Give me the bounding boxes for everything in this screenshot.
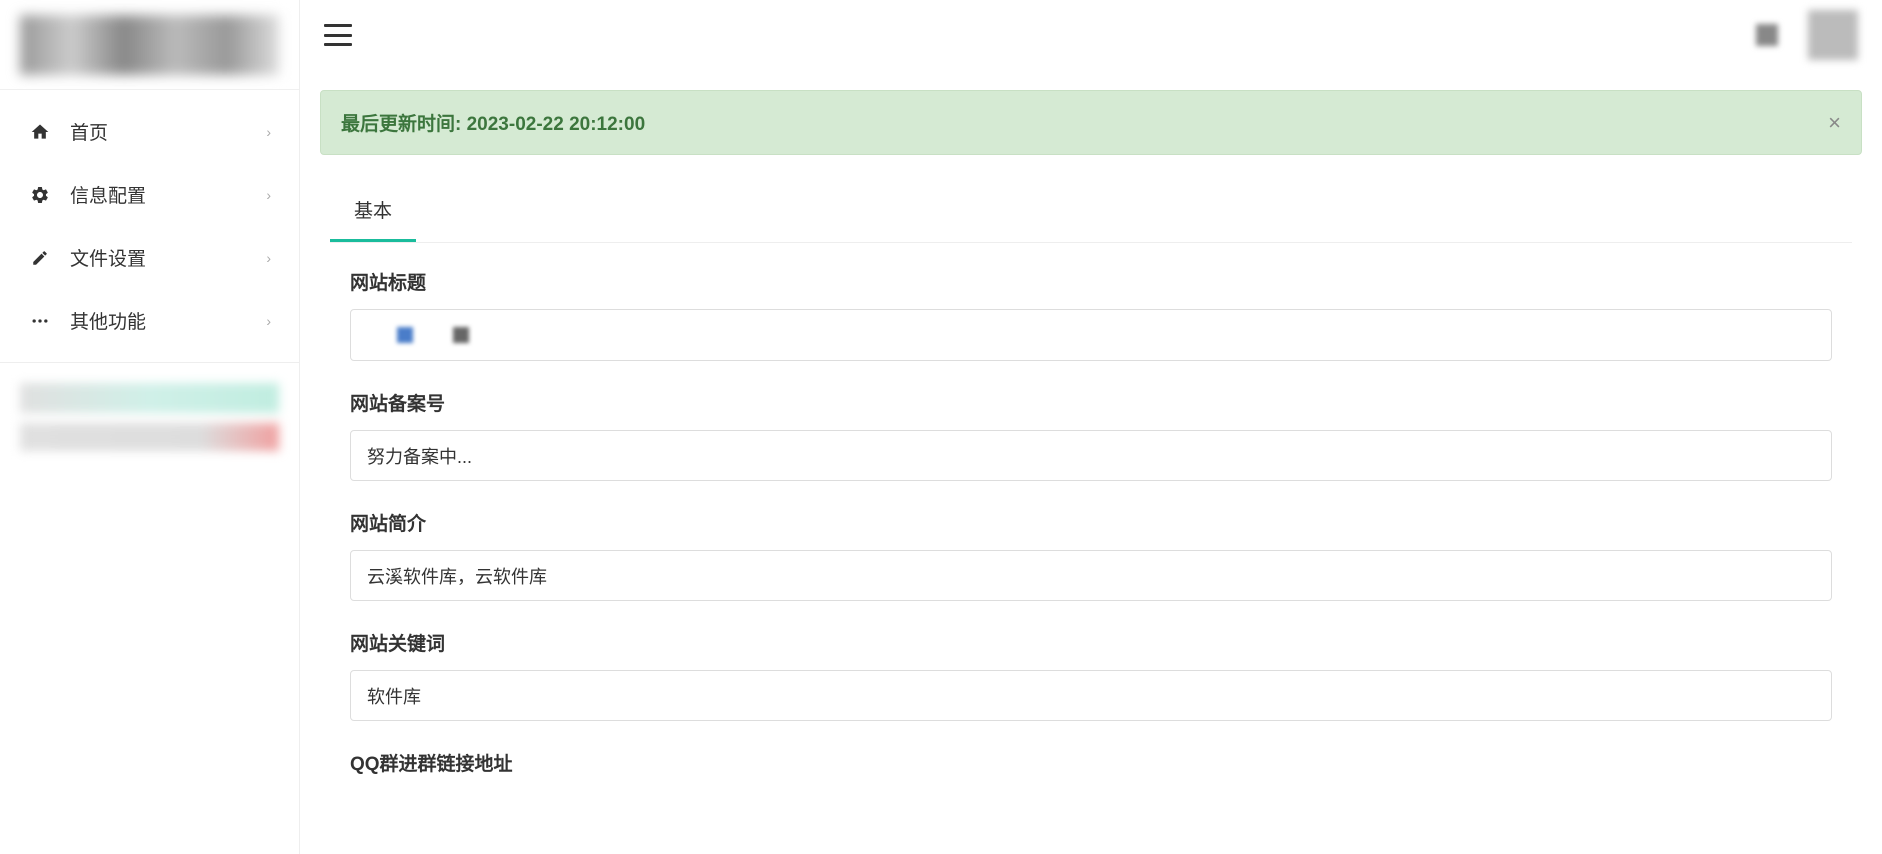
sidebar: 首页 › 信息配置 › 文件设置 › 其他功能 — [0, 0, 300, 854]
sidebar-item-label: 信息配置 — [70, 181, 266, 208]
content: 最后更新时间: 2023-02-22 20:12:00 × 基本 网站标题 网站… — [300, 70, 1882, 854]
title-label: 网站标题 — [350, 268, 1832, 295]
gear-icon — [28, 183, 52, 207]
settings-form: 网站标题 网站备案号 网站简介 网站关键词 — [320, 243, 1862, 829]
sidebar-footer — [0, 362, 299, 471]
icp-label: 网站备案号 — [350, 389, 1832, 416]
sidebar-item-config[interactable]: 信息配置 › — [0, 163, 299, 226]
header-right — [1756, 10, 1858, 60]
sidebar-item-label: 文件设置 — [70, 244, 266, 271]
hamburger-menu-icon[interactable] — [324, 24, 352, 46]
desc-input[interactable] — [350, 550, 1832, 601]
tab-basic[interactable]: 基本 — [330, 180, 416, 242]
title-input[interactable] — [350, 309, 1832, 361]
alert-text: 最后更新时间: 2023-02-22 20:12:00 — [341, 109, 645, 136]
keywords-label: 网站关键词 — [350, 629, 1832, 656]
chevron-right-icon: › — [266, 250, 271, 266]
sidebar-item-other[interactable]: 其他功能 › — [0, 289, 299, 352]
header — [300, 0, 1882, 70]
logo-area — [0, 0, 299, 90]
icp-input[interactable] — [350, 430, 1832, 481]
chevron-right-icon: › — [266, 124, 271, 140]
chevron-right-icon: › — [266, 313, 271, 329]
nav-list: 首页 › 信息配置 › 文件设置 › 其他功能 — [0, 90, 299, 362]
close-icon[interactable]: × — [1828, 112, 1841, 134]
update-alert: 最后更新时间: 2023-02-22 20:12:00 × — [320, 90, 1862, 155]
form-group-qq: QQ群进群链接地址 — [350, 749, 1832, 776]
tabs: 基本 — [330, 180, 1852, 243]
sidebar-item-label: 首页 — [70, 118, 266, 145]
desc-label: 网站简介 — [350, 509, 1832, 536]
sidebar-footer-widget2 — [20, 423, 279, 451]
form-group-keywords: 网站关键词 — [350, 629, 1832, 721]
alert-timestamp: 2023-02-22 20:12:00 — [467, 114, 646, 135]
form-group-title: 网站标题 — [350, 268, 1832, 361]
avatar[interactable] — [1808, 10, 1858, 60]
form-group-icp: 网站备案号 — [350, 389, 1832, 481]
chevron-right-icon: › — [266, 187, 271, 203]
sidebar-footer-widget1 — [20, 383, 279, 413]
pencil-icon — [28, 246, 52, 270]
sidebar-item-home[interactable]: 首页 › — [0, 100, 299, 163]
keywords-input[interactable] — [350, 670, 1832, 721]
sidebar-item-file[interactable]: 文件设置 › — [0, 226, 299, 289]
main: 最后更新时间: 2023-02-22 20:12:00 × 基本 网站标题 网站… — [300, 0, 1882, 854]
sidebar-item-label: 其他功能 — [70, 307, 266, 334]
logo — [20, 15, 279, 75]
more-icon — [28, 309, 52, 333]
home-icon — [28, 120, 52, 144]
alert-prefix: 最后更新时间: — [341, 114, 467, 135]
qq-label: QQ群进群链接地址 — [350, 749, 1832, 776]
header-action-icon[interactable] — [1756, 24, 1778, 46]
form-group-desc: 网站简介 — [350, 509, 1832, 601]
